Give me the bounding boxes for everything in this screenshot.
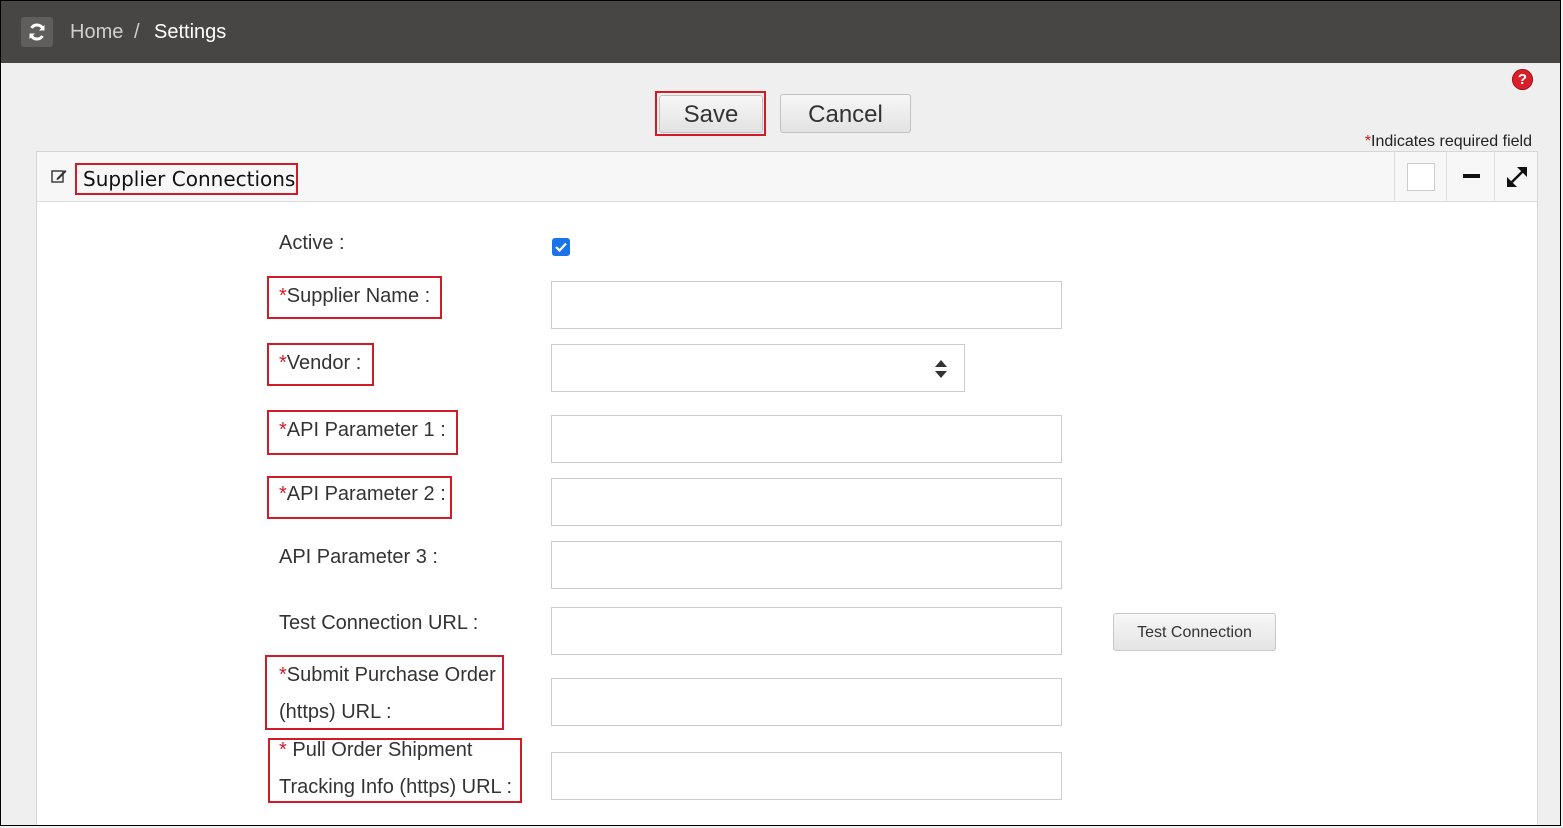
checkmark-icon	[555, 242, 567, 253]
required-star: *	[279, 483, 287, 505]
supplier-name-label: *Supplier Name :	[279, 278, 430, 315]
refresh-icon[interactable]	[21, 17, 53, 47]
minus-icon	[1463, 174, 1480, 178]
question-icon[interactable]: ?	[1512, 69, 1533, 90]
breadcrumb-home[interactable]: Home	[70, 21, 123, 44]
supplier-name-input[interactable]	[551, 281, 1062, 329]
app-window: Home / Settings ? Save Cancel *Indicates…	[0, 0, 1561, 826]
panel-select-checkbox[interactable]	[1407, 163, 1435, 191]
save-highlight	[655, 91, 766, 136]
api-param1-input[interactable]	[551, 415, 1062, 463]
pull-order-input[interactable]	[551, 752, 1062, 800]
breadcrumb-current: Settings	[154, 21, 227, 43]
required-star: *	[279, 352, 287, 374]
submit-po-text: Submit Purchase Order	[286, 664, 496, 686]
required-star: *	[279, 664, 287, 686]
panel-header: Supplier Connections	[37, 152, 1537, 202]
pull-order-text: Pull Order Shipment	[286, 739, 473, 761]
active-checkbox[interactable]	[552, 238, 570, 256]
api-param1-text: API Parameter 1 :	[286, 419, 446, 441]
required-star: *	[279, 419, 287, 441]
pull-order-label-line2: Tracking Info (https) URL :	[279, 776, 513, 798]
pull-order-label-line1: * Pull Order Shipment	[279, 732, 472, 769]
required-star: *	[279, 285, 287, 307]
vendor-select[interactable]	[551, 344, 965, 392]
api-param3-label: API Parameter 3 :	[279, 546, 438, 568]
required-note-text: Indicates required field	[1371, 133, 1532, 150]
expand-button[interactable]	[1494, 152, 1538, 201]
active-label: Active :	[279, 232, 345, 254]
api-param3-input[interactable]	[551, 541, 1062, 589]
api-param2-label: *API Parameter 2 :	[279, 476, 446, 513]
submit-po-label-line1: *Submit Purchase Order	[279, 657, 496, 694]
expand-icon	[1507, 167, 1527, 187]
updown-arrows-icon	[935, 360, 947, 378]
edit-icon	[51, 170, 67, 183]
api-param2-text: API Parameter 2 :	[286, 483, 446, 505]
submit-po-input[interactable]	[551, 678, 1062, 726]
test-url-input[interactable]	[551, 607, 1062, 655]
supplier-name-text: Supplier Name :	[286, 285, 431, 307]
api-param1-label: *API Parameter 1 :	[279, 412, 446, 449]
submit-po-label-line2: (https) URL :	[279, 701, 392, 723]
test-url-label: Test Connection URL :	[279, 612, 479, 634]
vendor-label: *Vendor :	[279, 345, 361, 382]
panel-select-toggle[interactable]	[1394, 152, 1446, 201]
required-field-note: *Indicates required field	[1365, 133, 1532, 151]
vendor-text: Vendor :	[286, 352, 362, 374]
top-bar: Home / Settings	[1, 1, 1560, 63]
supplier-connections-panel: Supplier Connections Active : *Supplier …	[36, 151, 1538, 825]
cancel-button[interactable]: Cancel	[780, 94, 911, 133]
breadcrumb-separator: /	[134, 21, 140, 43]
required-star: *	[279, 739, 287, 761]
minimize-button[interactable]	[1446, 152, 1494, 201]
api-param2-input[interactable]	[551, 478, 1062, 526]
title-highlight	[75, 163, 298, 195]
test-connection-button[interactable]: Test Connection	[1113, 613, 1276, 651]
